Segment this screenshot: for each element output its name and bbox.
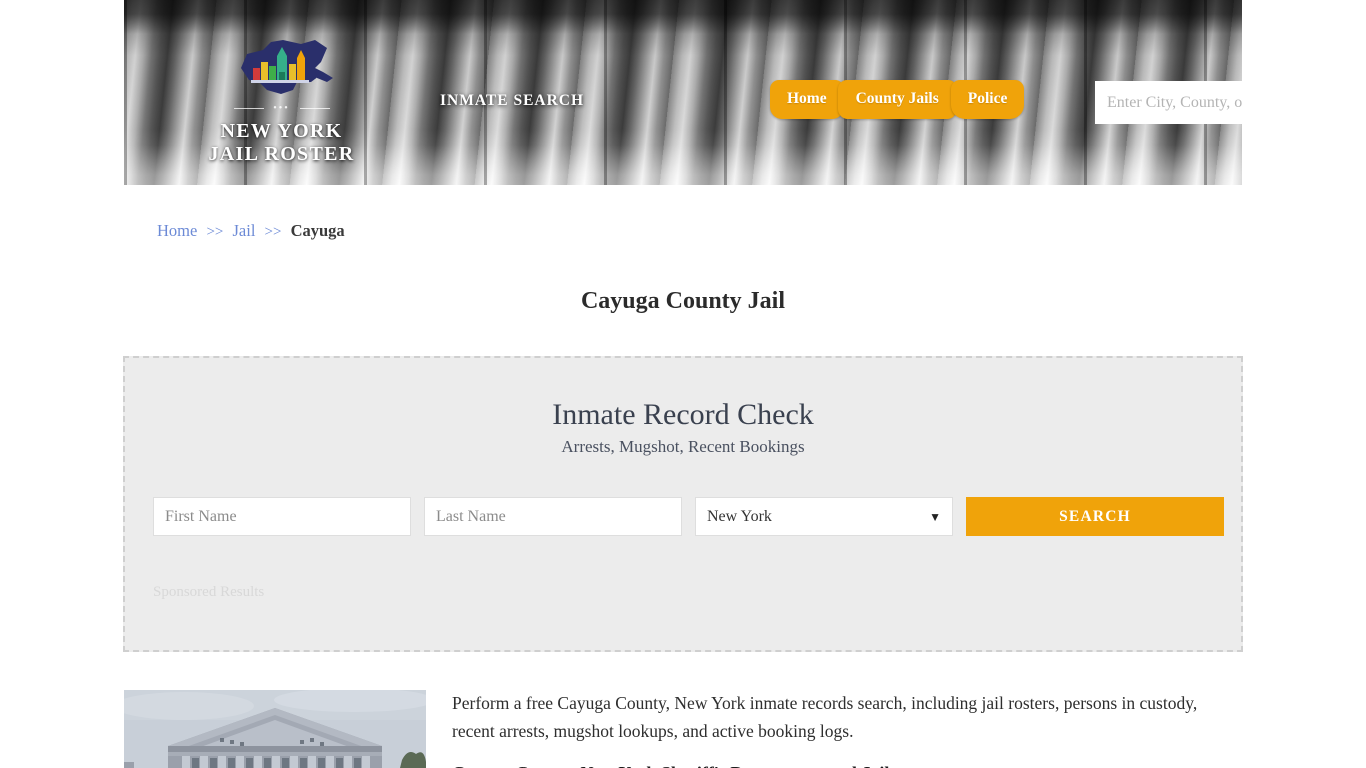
search-button[interactable]: SEARCH: [966, 497, 1224, 536]
logo-dots: •••: [273, 103, 290, 114]
panel-title: Inmate Record Check: [552, 398, 814, 431]
section-subheading: Cayuga County, New York Sheriff's Depart…: [452, 763, 1212, 768]
main-nav: Home County Jails Police: [770, 80, 1025, 119]
breadcrumb: Home >> Jail >> Cayuga: [157, 221, 345, 241]
intro-paragraph: Perform a free Cayuga County, New York i…: [452, 693, 1198, 741]
state-select[interactable]: New York: [695, 497, 953, 536]
new-york-state-logo-icon: [240, 40, 333, 94]
first-name-input[interactable]: [153, 497, 411, 536]
logo-line-1: NEW YORK: [220, 120, 343, 142]
site-logo[interactable]: ••• NEW YORK JAIL ROSTER: [184, 38, 379, 166]
header-search-input[interactable]: [1095, 81, 1242, 124]
courthouse-photo-icon: [124, 690, 426, 768]
last-name-input[interactable]: [424, 497, 682, 536]
breadcrumb-separator-1: >>: [206, 224, 224, 240]
site-header: ••• NEW YORK JAIL ROSTER INMATE SEARCH H…: [124, 0, 1242, 185]
breadcrumb-item-jail[interactable]: Jail: [233, 221, 256, 240]
logo-divider: •••: [233, 103, 330, 114]
nav-item-county-jails[interactable]: County Jails: [837, 80, 957, 119]
page-title: Cayuga County Jail: [580, 288, 786, 315]
inmate-search-form: New York ▼ SEARCH: [153, 497, 1224, 536]
breadcrumb-item-current: Cayuga: [290, 221, 345, 240]
inmate-record-check-panel: Inmate Record Check Arrests, Mugshot, Re…: [123, 356, 1243, 652]
header-tagline: INMATE SEARCH: [440, 92, 585, 109]
header-search: [1095, 81, 1242, 124]
panel-subtitle: Arrests, Mugshot, Recent Bookings: [561, 437, 805, 456]
state-select-wrapper: New York ▼: [695, 497, 953, 536]
nav-item-police[interactable]: Police: [950, 80, 1025, 119]
breadcrumb-separator-2: >>: [264, 224, 282, 240]
nav-item-home[interactable]: Home: [770, 80, 844, 119]
courthouse-thumbnail[interactable]: [124, 690, 426, 768]
breadcrumb-item-home[interactable]: Home: [157, 221, 197, 240]
sponsored-results-label: Sponsored Results: [153, 584, 265, 600]
article-body: Perform a free Cayuga County, New York i…: [452, 690, 1212, 768]
page-root: ••• NEW YORK JAIL ROSTER INMATE SEARCH H…: [0, 0, 1366, 768]
logo-line-2: JAIL ROSTER: [208, 143, 355, 166]
